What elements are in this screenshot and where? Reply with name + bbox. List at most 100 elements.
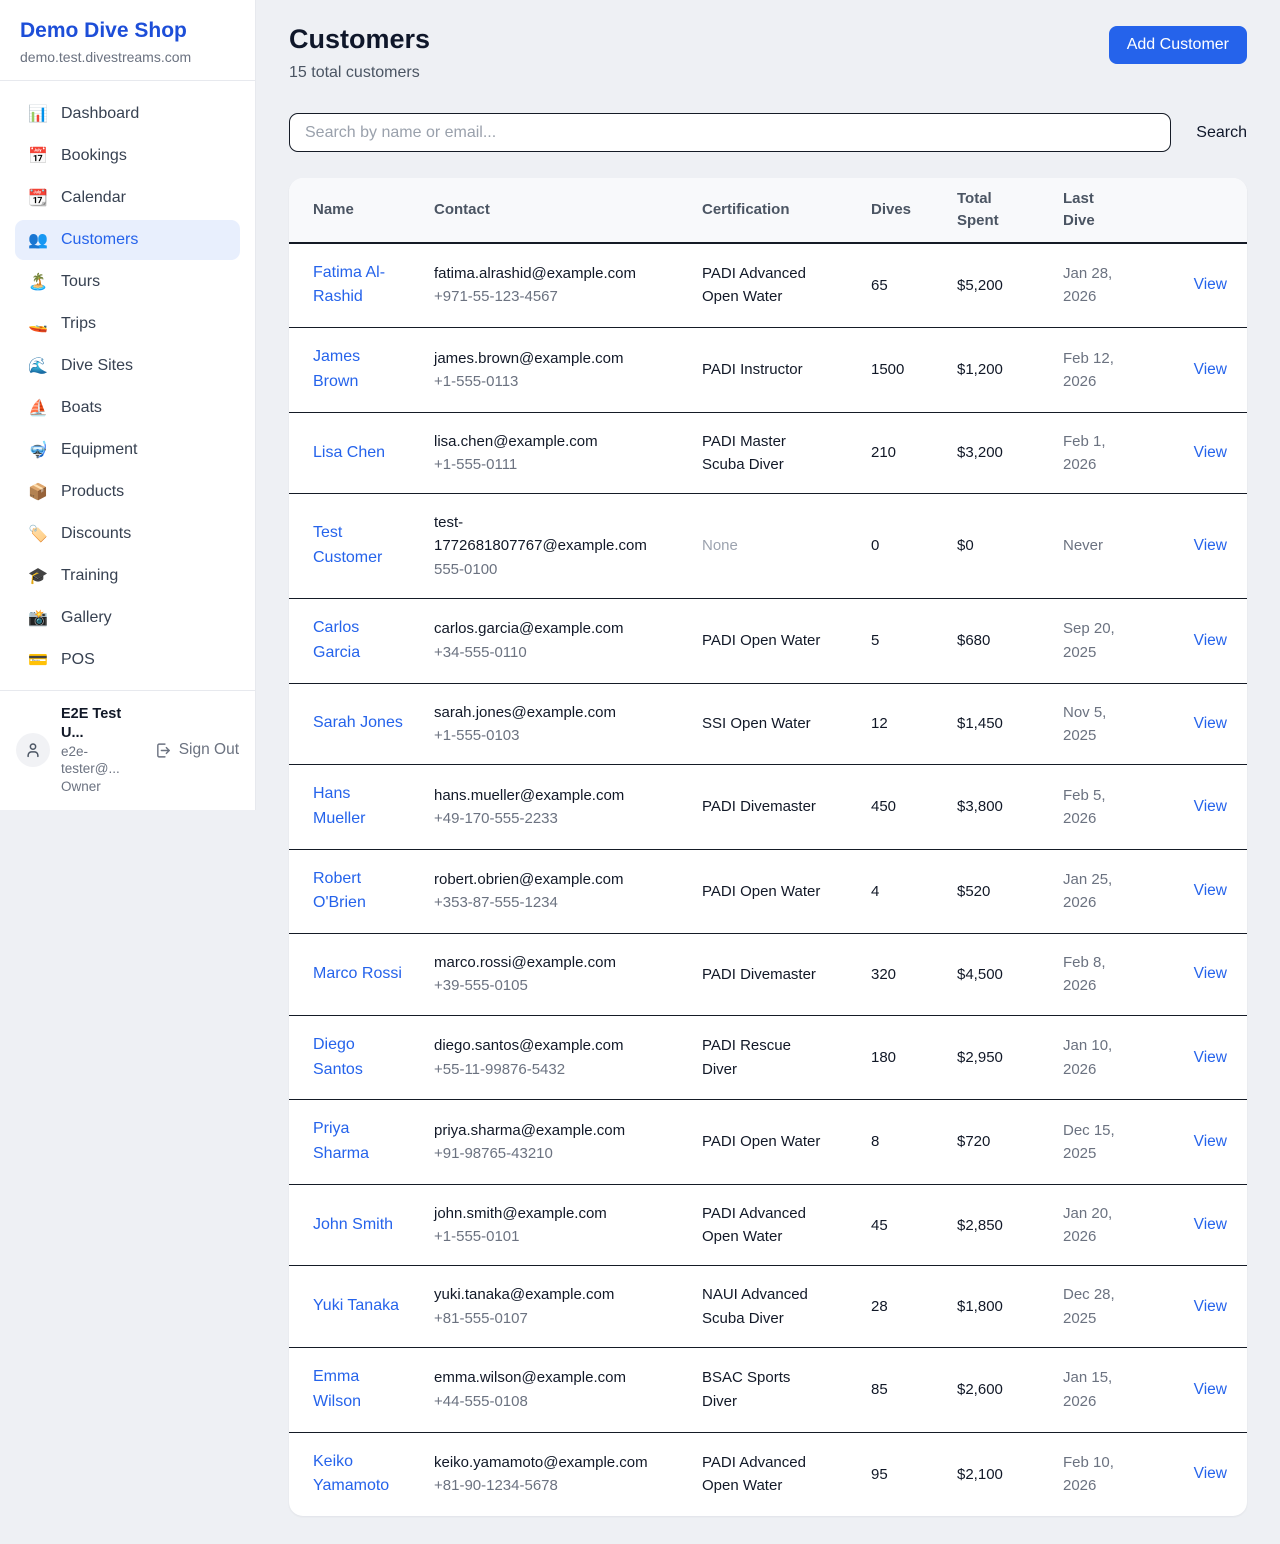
table-row: John Smith john.smith@example.com +1-555… [289,1184,1247,1266]
view-link[interactable]: View [1194,1465,1227,1482]
last-dive-value: Feb 5, 2026 [1063,787,1106,827]
customer-name-link[interactable]: Robert O'Brien [313,870,366,912]
view-link[interactable]: View [1194,1381,1227,1398]
sidebar-item-dive-sites[interactable]: 🌊 Dive Sites [15,346,240,386]
sign-out-button[interactable]: Sign Out [155,741,239,759]
view-link[interactable]: View [1194,965,1227,982]
customer-name-link[interactable]: Marco Rossi [313,965,402,982]
total-spent-value: $2,850 [957,1217,1003,1234]
customer-name-link[interactable]: Diego Santos [313,1036,363,1078]
search-button[interactable]: Search [1196,124,1247,142]
view-link[interactable]: View [1194,798,1227,815]
customer-name-link[interactable]: Hans Mueller [313,785,365,827]
search-input[interactable] [289,113,1171,152]
certification-value: PADI Advanced Open Water [702,1454,806,1494]
certification-value: SSI Open Water [702,715,811,732]
total-spent-value: $3,200 [957,444,1003,461]
last-dive-value: Feb 12, 2026 [1063,350,1114,390]
view-link[interactable]: View [1194,1298,1227,1315]
products-icon: 📦 [27,482,49,502]
total-spent-value: $2,100 [957,1466,1003,1483]
table-row: Carlos Garcia carlos.garcia@example.com … [289,598,1247,683]
certification-value: PADI Open Water [702,883,820,900]
customers-table-card: Name Contact Certification Dives Total S… [289,178,1247,1516]
view-link[interactable]: View [1194,537,1227,554]
customer-email: james.brown@example.com [434,347,666,370]
sidebar-item-label: POS [61,651,95,669]
dives-value: 180 [871,1049,896,1066]
brand-block: Demo Dive Shop demo.test.divestreams.com [0,0,255,81]
add-customer-button[interactable]: Add Customer [1109,26,1247,64]
sidebar-item-customers[interactable]: 👥 Customers [15,220,240,260]
customer-name-link[interactable]: Test Customer [313,524,382,566]
customer-name-link[interactable]: Sarah Jones [313,714,403,731]
dives-value: 8 [871,1133,879,1150]
view-link[interactable]: View [1194,715,1227,732]
certification-value: PADI Advanced Open Water [702,265,806,305]
customer-name-link[interactable]: Priya Sharma [313,1120,369,1162]
calendar-icon: 📆 [27,188,49,208]
customer-phone: +55-11-99876-5432 [434,1058,666,1081]
table-row: Lisa Chen lisa.chen@example.com +1-555-0… [289,412,1247,494]
sidebar-item-products[interactable]: 📦 Products [15,472,240,512]
view-link[interactable]: View [1194,361,1227,378]
sidebar-item-bookings[interactable]: 📅 Bookings [15,136,240,176]
total-spent-value: $3,800 [957,798,1003,815]
total-spent-value: $2,600 [957,1381,1003,1398]
customer-email: carlos.garcia@example.com [434,617,666,640]
sidebar-item-gallery[interactable]: 📸 Gallery [15,598,240,638]
sidebar-item-discounts[interactable]: 🏷️ Discounts [15,514,240,554]
view-link[interactable]: View [1194,276,1227,293]
customer-name-link[interactable]: Carlos Garcia [313,619,360,661]
last-dive-value: Jan 15, 2026 [1063,1369,1112,1409]
certification-value: PADI Divemaster [702,798,816,815]
sidebar-item-trips[interactable]: 🚤 Trips [15,304,240,344]
customer-name-link[interactable]: Emma Wilson [313,1368,361,1410]
sidebar-item-tours[interactable]: 🏝️ Tours [15,262,240,302]
customer-name-link[interactable]: John Smith [313,1216,393,1233]
sidebar-item-boats[interactable]: ⛵ Boats [15,388,240,428]
customer-name-link[interactable]: Lisa Chen [313,444,385,461]
table-row: Priya Sharma priya.sharma@example.com +9… [289,1100,1247,1185]
sidebar-item-label: Dashboard [61,105,139,123]
customer-phone: +971-55-123-4567 [434,285,666,308]
trips-icon: 🚤 [27,314,49,334]
certification-value: PADI Divemaster [702,966,816,983]
sidebar-item-training[interactable]: 🎓 Training [15,556,240,596]
last-dive-value: Dec 28, 2025 [1063,1286,1115,1326]
customer-name-link[interactable]: Yuki Tanaka [313,1297,399,1314]
user-info: E2E Test U... e2e-tester@... Owner [61,705,144,795]
customer-name-link[interactable]: Keiko Yamamoto [313,1453,389,1495]
customer-phone: +81-555-0107 [434,1307,666,1330]
customer-phone: +49-170-555-2233 [434,807,666,830]
view-link[interactable]: View [1194,882,1227,899]
sidebar-item-label: Tours [61,273,100,291]
view-link[interactable]: View [1194,632,1227,649]
sidebar-item-pos[interactable]: 💳 POS [15,640,240,680]
sidebar-item-equipment[interactable]: 🤿 Equipment [15,430,240,470]
total-spent-value: $5,200 [957,277,1003,294]
certification-value: None [702,537,738,554]
user-name: E2E Test U... [61,705,144,743]
sidebar-item-label: Bookings [61,147,127,165]
certification-value: BSAC Sports Diver [702,1369,790,1409]
view-link[interactable]: View [1194,1049,1227,1066]
user-icon [24,741,42,759]
view-link[interactable]: View [1194,1216,1227,1233]
brand-title[interactable]: Demo Dive Shop [20,18,235,44]
certification-value: NAUI Advanced Scuba Diver [702,1286,808,1326]
logout-icon [155,742,172,759]
training-icon: 🎓 [27,566,49,586]
sidebar-item-dashboard[interactable]: 📊 Dashboard [15,94,240,134]
view-link[interactable]: View [1194,444,1227,461]
table-header-row: Name Contact Certification Dives Total S… [289,178,1247,243]
customer-name-link[interactable]: Fatima Al-Rashid [313,264,385,306]
user-role: Owner [61,778,144,796]
view-link[interactable]: View [1194,1133,1227,1150]
customer-name-link[interactable]: James Brown [313,348,360,390]
certification-value: PADI Master Scuba Diver [702,433,786,473]
column-header-name: Name [289,178,434,243]
customer-phone: +34-555-0110 [434,641,666,664]
sidebar-item-calendar[interactable]: 📆 Calendar [15,178,240,218]
table-row: James Brown james.brown@example.com +1-5… [289,328,1247,413]
